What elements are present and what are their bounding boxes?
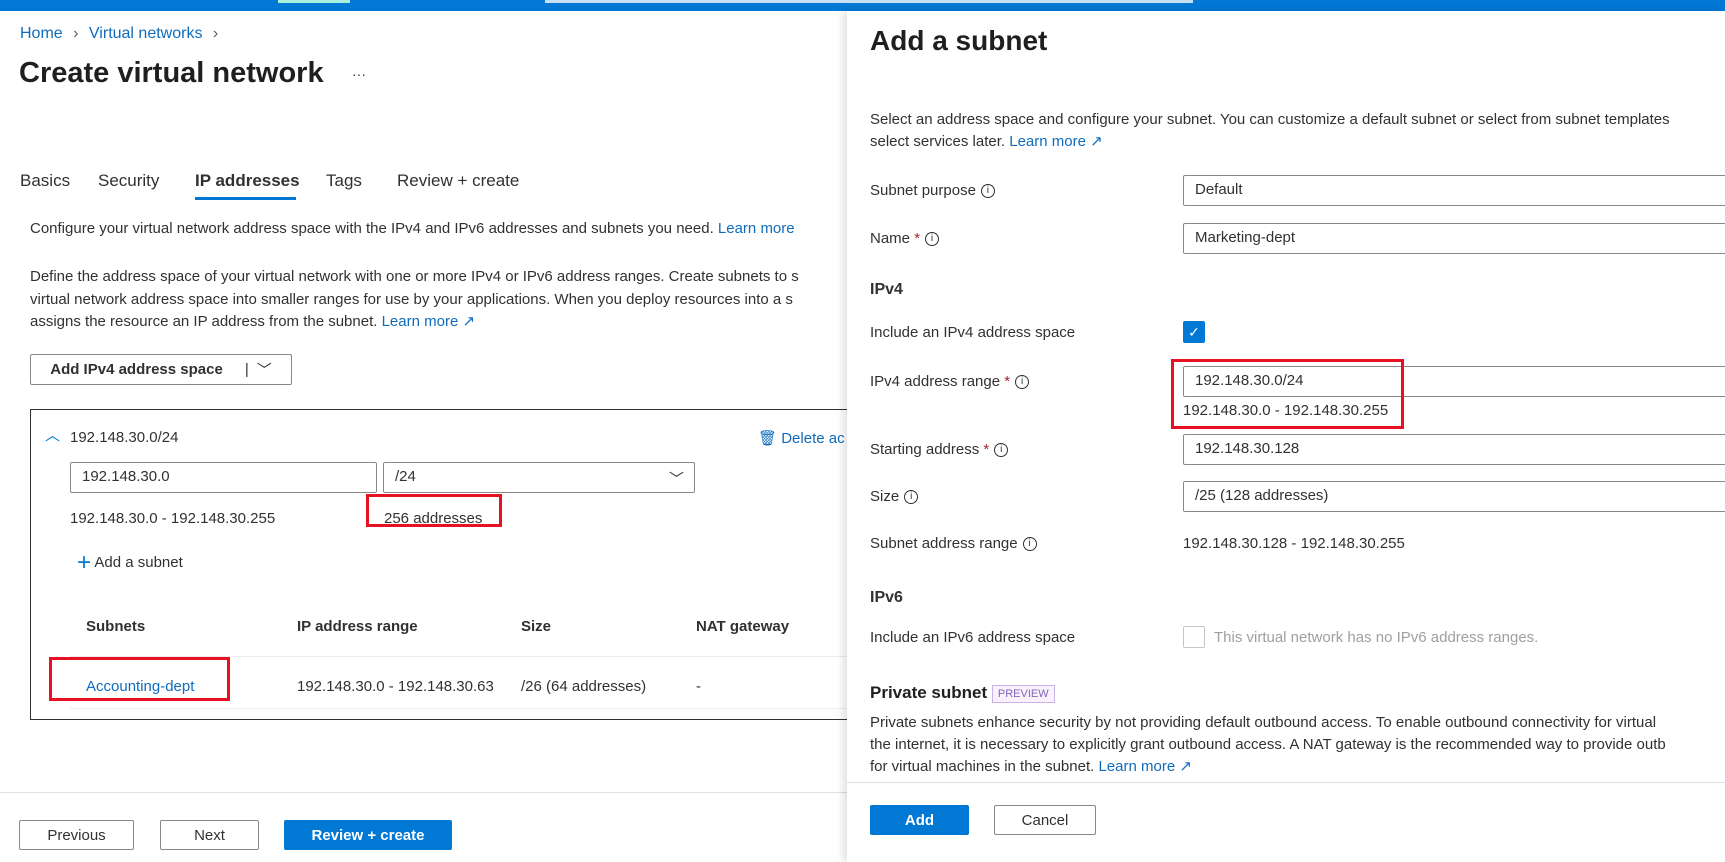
main-blade: Home › Virtual networks › Create virtual… [0, 11, 847, 862]
plus-icon: + [77, 549, 92, 576]
review-create-button[interactable]: Review + create [284, 820, 452, 850]
subnet-purpose-label: Subnet purpose i [870, 182, 995, 199]
tab-ip-addresses[interactable]: IP addresses [195, 171, 300, 191]
subnet-size: /26 (64 addresses) [521, 678, 647, 695]
tab-security[interactable]: Security [98, 171, 159, 191]
panel-footer-divider [847, 782, 1725, 783]
breadcrumb-home[interactable]: Home [20, 25, 63, 42]
preview-badge: PREVIEW [991, 684, 1055, 703]
chevron-down-icon: ﹀ [668, 471, 684, 488]
highlight-box [366, 494, 502, 527]
add-subnet-link[interactable]: + Add a subnet [77, 549, 183, 577]
footer-divider [0, 792, 847, 793]
subnet-range: 192.148.30.0 - 192.148.30.63 [297, 678, 494, 695]
subnet-range-value: 192.148.30.128 - 192.148.30.255 [1183, 535, 1405, 552]
prefix-select[interactable]: /24 ﹀ [383, 462, 695, 493]
chevron-up-icon[interactable]: ︿ [45, 424, 60, 445]
divider [70, 708, 847, 709]
info-icon[interactable]: i [980, 184, 995, 199]
size-select[interactable]: /25 (128 addresses) [1183, 481, 1725, 512]
learn-more-link[interactable]: Learn more ↗ [1098, 758, 1191, 775]
col-header-ip-range: IP address range [297, 618, 418, 635]
size-label: Size i [870, 488, 919, 505]
learn-more-link[interactable]: Learn more ↗ [382, 313, 475, 330]
subnet-nat: - [696, 678, 701, 695]
global-search[interactable] [545, 0, 1193, 3]
subnet-range-label: Subnet address range i [870, 535, 1037, 552]
top-bar-badge [278, 0, 350, 3]
tab-review-create[interactable]: Review + create [397, 171, 519, 191]
add-button[interactable]: Add [870, 805, 969, 835]
active-tab-indicator [195, 197, 296, 200]
delete-address-space-button[interactable]: 🗑 Delete ac [758, 429, 845, 447]
intro-text: Configure your virtual network address s… [30, 220, 795, 237]
address-input[interactable]: 192.148.30.0 [70, 462, 377, 493]
name-input[interactable]: Marketing-dept [1183, 223, 1725, 254]
panel-title: Add a subnet [870, 25, 1048, 56]
highlight-box [49, 657, 230, 701]
chevron-right-icon: › [73, 25, 79, 42]
info-icon[interactable]: i [1022, 537, 1037, 552]
ipv4-heading: IPv4 [870, 281, 903, 298]
chevron-right-icon: › [212, 25, 219, 42]
cancel-button[interactable]: Cancel [994, 805, 1096, 835]
add-subnet-panel: Add a subnet Select an address space and… [847, 11, 1725, 862]
highlight-box [1171, 359, 1404, 429]
ipv6-heading: IPv6 [870, 589, 903, 606]
ipv4-range-label: IPv4 address range * i [870, 373, 1030, 390]
private-subnet-heading: Private subnet PREVIEW [870, 683, 1055, 703]
include-ipv4-label: Include an IPv4 address space [870, 324, 1076, 341]
tab-tags[interactable]: Tags [326, 171, 362, 191]
name-label: Name * i [870, 230, 940, 247]
col-header-nat: NAT gateway [696, 618, 790, 635]
breadcrumb-virtual-networks[interactable]: Virtual networks [89, 25, 203, 42]
learn-more-link[interactable]: Learn more ↗ [1009, 133, 1102, 150]
trash-icon: 🗑 [758, 430, 778, 447]
include-ipv4-checkbox[interactable]: ✓ [1183, 321, 1205, 343]
ipv6-note: This virtual network has no IPv6 address… [1214, 629, 1539, 646]
add-ipv4-address-space-button[interactable]: Add IPv4 address space | ﹀ [30, 354, 292, 385]
chevron-down-icon: ﹀ [256, 362, 272, 379]
col-header-subnets: Subnets [86, 618, 146, 635]
info-icon[interactable]: i [1015, 375, 1030, 390]
learn-more-link[interactable]: Learn more [718, 220, 795, 237]
starting-address-label: Starting address * i [870, 441, 1009, 458]
address-range-text: 192.148.30.0 - 192.148.30.255 [70, 510, 276, 527]
panel-description: Select an address space and configure yo… [870, 111, 1670, 150]
include-ipv6-label: Include an IPv6 address space [870, 629, 1076, 646]
next-button[interactable]: Next [160, 820, 259, 850]
define-text: Define the address space of your virtual… [30, 268, 799, 330]
page-title: Create virtual network [19, 57, 324, 89]
more-icon[interactable]: ··· [352, 66, 366, 82]
top-bar [0, 0, 1725, 11]
external-link-icon: ↗ [462, 313, 476, 330]
breadcrumb: Home › Virtual networks › [20, 25, 224, 43]
info-icon[interactable]: i [904, 490, 919, 505]
col-header-size: Size [521, 618, 552, 635]
info-icon[interactable]: i [925, 232, 940, 247]
address-space-title: 192.148.30.0/24 [70, 429, 179, 446]
starting-address-input[interactable]: 192.148.30.128 [1183, 434, 1725, 465]
tab-basics[interactable]: Basics [20, 171, 70, 191]
info-icon[interactable]: i [994, 443, 1009, 458]
previous-button[interactable]: Previous [19, 820, 134, 850]
subnet-purpose-select[interactable]: Default [1183, 175, 1725, 206]
include-ipv6-checkbox[interactable] [1183, 626, 1205, 648]
private-subnet-description: Private subnets enhance security by not … [870, 714, 1666, 775]
